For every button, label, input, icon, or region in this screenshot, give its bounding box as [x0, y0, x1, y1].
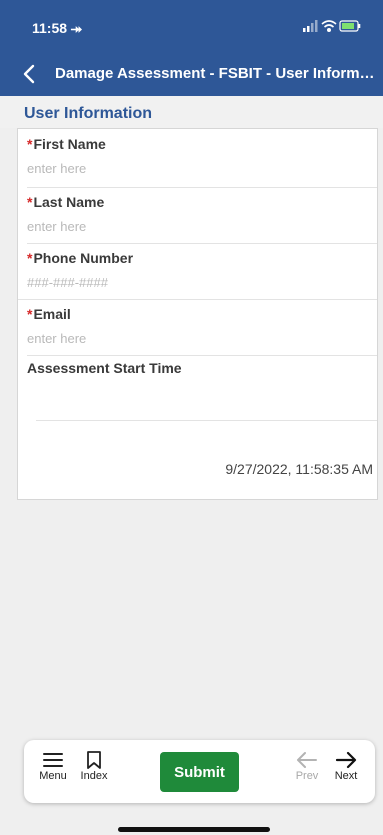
- index-label: Index: [80, 770, 108, 782]
- status-bar: 11:58 ⯮: [0, 0, 383, 52]
- required-marker: *: [27, 306, 33, 322]
- last-name-label-text: Last Name: [33, 194, 105, 210]
- battery-icon: [339, 20, 361, 32]
- signal-icon: [303, 20, 318, 32]
- phone-number-label: *Phone Number: [27, 250, 133, 266]
- bookmark-icon: [87, 751, 101, 769]
- email-input[interactable]: [27, 327, 357, 349]
- section-title: User Information: [24, 105, 153, 122]
- index-button[interactable]: Index: [76, 750, 112, 782]
- home-indicator: [118, 827, 270, 832]
- menu-label: Menu: [39, 770, 67, 782]
- last-name-label: *Last Name: [27, 194, 104, 210]
- bottom-toolbar: Menu Index Submit Prev Next: [24, 740, 375, 803]
- menu-button[interactable]: Menu: [36, 750, 70, 782]
- email-label-text: Email: [33, 306, 71, 322]
- email-label: *Email: [27, 306, 71, 322]
- divider: [36, 420, 377, 421]
- wifi-icon: [321, 20, 337, 33]
- first-name-input[interactable]: [27, 157, 357, 179]
- required-marker: *: [27, 136, 33, 152]
- user-information-form: *First Name *Last Name *Phone Number *Em…: [17, 128, 378, 500]
- page-title: Damage Assessment - FSBIT - User Informa…: [55, 65, 375, 82]
- assessment-start-time-label: Assessment Start Time: [27, 360, 182, 376]
- email-field: *Email: [18, 299, 377, 355]
- first-name-field: *First Name: [18, 129, 377, 187]
- phone-number-label-text: Phone Number: [33, 250, 134, 266]
- section-header: User Information: [0, 96, 383, 128]
- first-name-label: *First Name: [27, 136, 106, 152]
- prev-label: Prev: [295, 770, 319, 782]
- last-name-input[interactable]: [27, 215, 357, 237]
- status-time: 11:58 ⯮: [32, 20, 83, 36]
- required-marker: *: [27, 194, 33, 210]
- last-name-field: *Last Name: [18, 187, 377, 243]
- arrow-right-icon: [335, 751, 357, 769]
- arrow-left-icon: [297, 752, 317, 768]
- nav-bar: Damage Assessment - FSBIT - User Informa…: [0, 52, 383, 96]
- status-icons: [303, 19, 361, 36]
- assessment-start-time-value: 9/27/2022, 11:58:35 AM: [225, 461, 373, 477]
- back-button[interactable]: [18, 62, 42, 86]
- divider: [27, 355, 377, 356]
- phone-number-field: *Phone Number: [18, 243, 377, 299]
- phone-number-input[interactable]: [27, 271, 357, 293]
- required-marker: *: [27, 250, 33, 266]
- back-chevron-icon: [23, 64, 35, 84]
- next-label: Next: [334, 770, 358, 782]
- menu-icon: [43, 753, 63, 767]
- prev-button[interactable]: Prev: [292, 750, 322, 782]
- signal-wifi-battery-icon: [303, 20, 361, 33]
- next-button[interactable]: Next: [330, 750, 362, 782]
- submit-button[interactable]: Submit: [160, 752, 239, 792]
- first-name-label-text: First Name: [33, 136, 106, 152]
